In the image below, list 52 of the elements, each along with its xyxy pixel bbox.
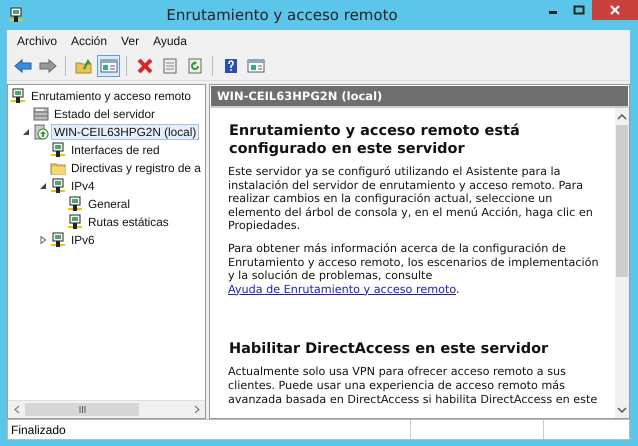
grip-icon: [78, 406, 86, 413]
menu-item[interactable]: Archivo: [11, 32, 66, 50]
server-stack-icon: [33, 106, 49, 122]
folder-up-icon[interactable]: [74, 58, 92, 74]
menu-item[interactable]: Ver: [115, 32, 148, 50]
paragraph: Este servidor ya se configuró utilizando el Asistente para la instalación del servidor de enrutamiento y acceso remoto. Para realizar cambios en la configuración actual, seleccione un elemento del árbol de consola y, en el menú Acción, haga clic en Propiedades.: [228, 165, 594, 233]
app-icon: [8, 7, 24, 23]
paragraph: Actualmente solo usa VPN para ofrecer acceso remoto a sus clientes. Puede usar una experiencia de acceso remoto más avanzada basada en DirectAccess si habilita DirectAccess en este: [228, 365, 598, 406]
collapsed-caret-icon[interactable]: [40, 236, 46, 244]
delete-x-icon[interactable]: [136, 58, 154, 74]
horizontal-scrollbar[interactable]: [8, 400, 205, 418]
back-arrow-icon[interactable]: [14, 58, 32, 74]
tree-item[interactable]: IPv4: [68, 178, 98, 194]
vertical-scrollbar[interactable]: [615, 108, 629, 418]
properties-sheet-icon[interactable]: [160, 58, 178, 74]
status-text: Finalizado: [11, 422, 66, 436]
window-title: Enrutamiento y acceso remoto: [165, 6, 399, 24]
section-heading: Habilitar DirectAccess en este servidor: [228, 340, 550, 358]
scroll-left-icon[interactable]: [14, 405, 20, 414]
network-computer-icon: [50, 178, 66, 194]
scroll-down-icon[interactable]: [617, 406, 627, 412]
tree-item[interactable]: WIN-CEIL63HPG2N (local): [51, 124, 200, 140]
maximize-icon: [573, 5, 585, 15]
expanded-caret-icon[interactable]: [40, 182, 46, 190]
close-button[interactable]: [592, 0, 638, 20]
forward-arrow-icon[interactable]: [38, 58, 56, 74]
network-computer-icon: [10, 88, 26, 104]
tree-item[interactable]: General: [85, 196, 133, 212]
tree-item[interactable]: Estado del servidor: [51, 106, 158, 122]
section-heading: Enrutamiento y acceso remoto está configurado en este servidor: [228, 122, 521, 158]
scroll-up-icon[interactable]: [617, 114, 627, 120]
tree-item[interactable]: Interfaces de red: [68, 142, 163, 158]
action-pane-icon[interactable]: [246, 58, 264, 74]
tree-item[interactable]: Rutas estáticas: [85, 214, 172, 230]
expanded-caret-icon[interactable]: [22, 128, 30, 136]
network-computer-icon: [50, 232, 66, 248]
close-icon: [610, 5, 620, 15]
network-computer-icon: [50, 142, 66, 158]
tree-item[interactable]: Directivas y registro de a: [68, 160, 204, 176]
tree-item[interactable]: IPv6: [68, 232, 98, 248]
tree-item[interactable]: Enrutamiento y acceso remoto: [28, 88, 194, 104]
menu-item[interactable]: Acción: [65, 32, 116, 50]
network-computer-icon: [67, 214, 83, 230]
refresh-icon[interactable]: [186, 58, 204, 74]
paragraph: Para obtener más información acerca de la configuración de Enrutamiento y acceso remoto, los escenarios de implementación y la solución de problemas, consulte Ayuda de Enrutamiento y acceso remoto.: [228, 242, 600, 296]
pane-header: WIN-CEIL63HPG2N (local): [210, 85, 629, 108]
network-computer-icon: [67, 196, 83, 212]
menu-item[interactable]: Ayuda: [147, 32, 195, 50]
help-link[interactable]: Ayuda de Enrutamiento y acceso remoto: [228, 282, 456, 296]
server-icon: [33, 124, 49, 140]
console-tree-icon[interactable]: [100, 58, 118, 74]
scroll-right-icon[interactable]: [194, 405, 200, 414]
